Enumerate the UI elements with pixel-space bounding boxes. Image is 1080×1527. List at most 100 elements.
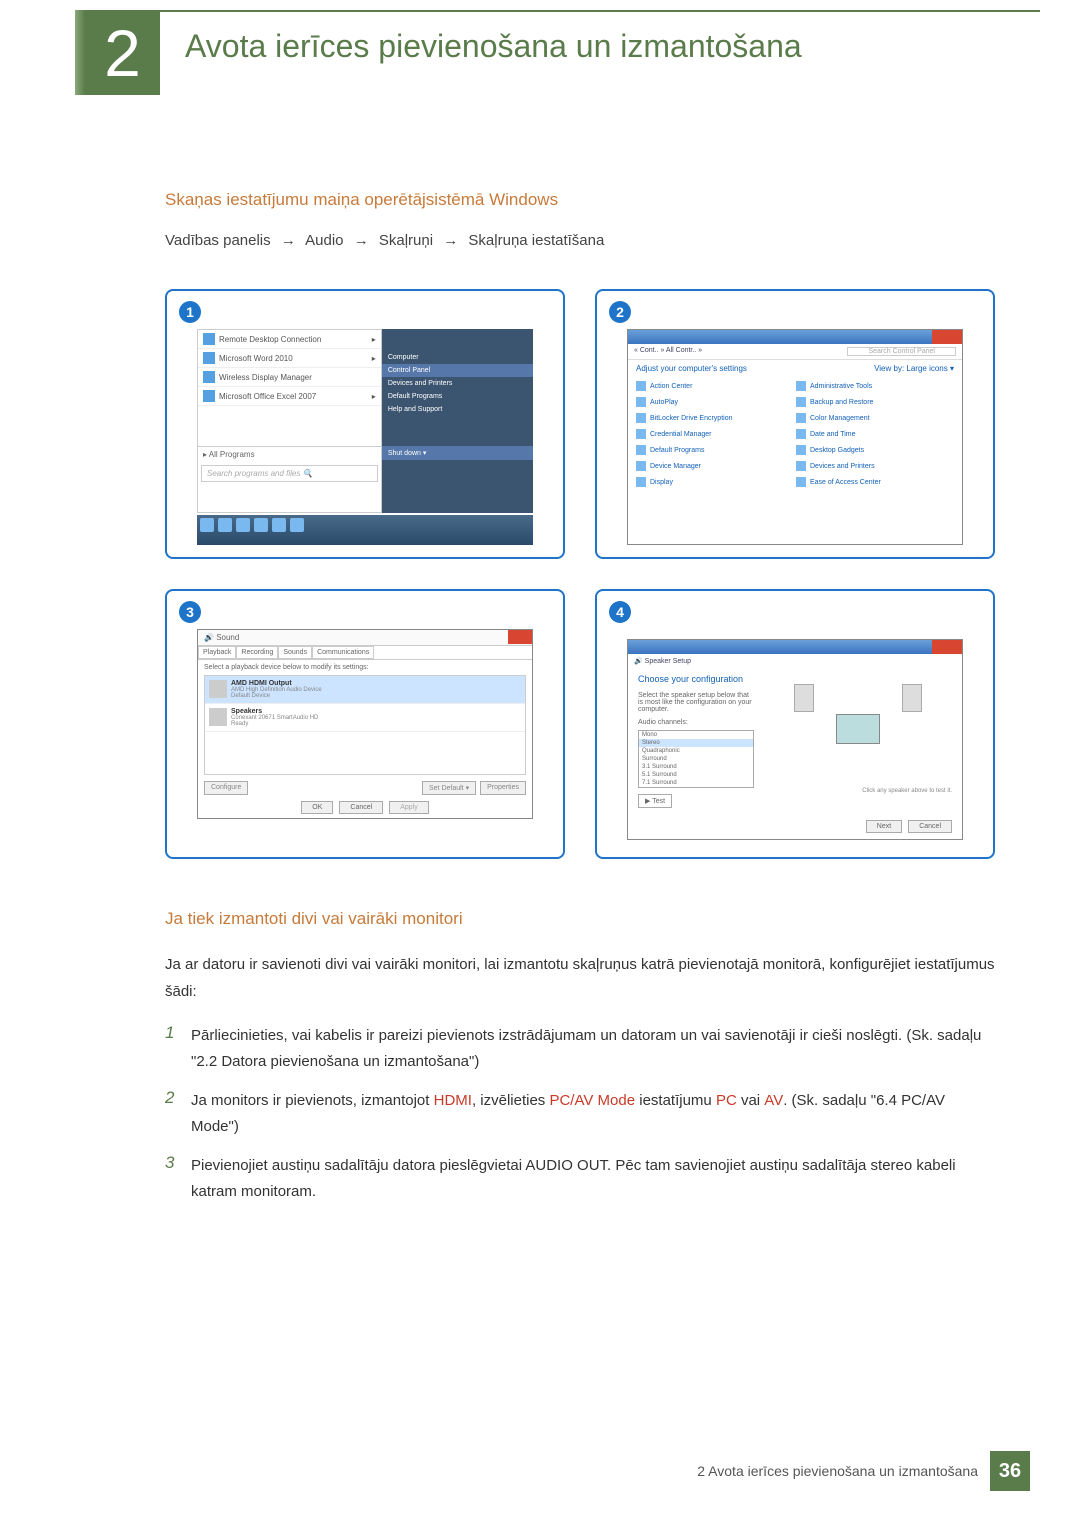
cp-item[interactable]: BitLocker Drive Encryption — [636, 411, 794, 425]
taskbar — [197, 515, 533, 545]
page-number: 36 — [990, 1451, 1030, 1491]
cp-item[interactable]: Action Center — [636, 379, 794, 393]
list-item: 2 Ja monitors ir pievienots, izmantojot … — [165, 1088, 995, 1139]
arrow-icon: → — [354, 232, 369, 249]
footer-text: 2 Avota ierīces pievienošana un izmantoš… — [697, 1463, 978, 1479]
start-orb-icon[interactable] — [200, 518, 214, 532]
start-menu-item[interactable]: Microsoft Office Excel 2007▸ — [198, 387, 381, 406]
tab-playback[interactable]: Playback — [198, 646, 236, 659]
test-button[interactable]: ▶ Test — [638, 794, 672, 808]
step-text: Pārliecinieties, vai kabelis ir pareizi … — [191, 1023, 995, 1074]
cp-item[interactable]: Default Programs — [636, 443, 794, 457]
shutdown-button[interactable]: Shut down ▾ — [382, 446, 533, 460]
cp-item[interactable]: Devices and Printers — [796, 459, 954, 473]
arrow-icon: → — [281, 232, 296, 249]
intro-paragraph: Ja ar datoru ir savienoti divi vai vairā… — [165, 951, 995, 1005]
tab-sounds[interactable]: Sounds — [278, 646, 312, 659]
search-input[interactable]: Search programs and files 🔍 — [201, 465, 378, 482]
section-heading-sound-windows: Skaņas iestatījumu maiņa operētājsistēmā… — [165, 190, 995, 210]
cp-item[interactable]: Device Manager — [636, 459, 794, 473]
step-number: 2 — [165, 1088, 191, 1139]
close-icon[interactable] — [932, 640, 962, 654]
cp-item[interactable]: AutoPlay — [636, 395, 794, 409]
audio-channels-label: Audio channels: — [638, 719, 754, 726]
start-menu-right-item[interactable]: Help and Support — [382, 403, 533, 416]
list-item: 1 Pārliecinieties, vai kabelis ir pareiz… — [165, 1023, 995, 1074]
path-part: Skaļruņi — [379, 232, 433, 249]
close-icon[interactable] — [508, 630, 532, 644]
device-item[interactable]: AMD HDMI OutputAMD High Definition Audio… — [205, 676, 525, 704]
tab-recording[interactable]: Recording — [236, 646, 278, 659]
section-heading-multimonitor: Ja tiek izmantoti divi vai vairāki monit… — [165, 909, 995, 929]
sound-window: 🔊 Sound Playback Recording Sounds Commun… — [197, 629, 533, 819]
close-icon[interactable] — [932, 330, 962, 344]
step-badge: 4 — [609, 601, 631, 623]
step-badge: 2 — [609, 301, 631, 323]
taskbar-icon[interactable] — [272, 518, 286, 532]
config-heading: Choose your configuration — [638, 674, 754, 684]
step-badge: 3 — [179, 601, 201, 623]
taskbar-icon[interactable] — [290, 518, 304, 532]
screenshot-panel-2: 2 « Cont.. » All Contr.. » Search Contro… — [595, 289, 995, 559]
taskbar-icon[interactable] — [236, 518, 250, 532]
steps-list: 1 Pārliecinieties, vai kabelis ir pareiz… — [165, 1023, 995, 1204]
start-menu-left: Remote Desktop Connection▸ Microsoft Wor… — [197, 329, 382, 513]
taskbar-icon[interactable] — [218, 518, 232, 532]
apply-button[interactable]: Apply — [389, 801, 429, 814]
device-item[interactable]: SpeakersConexant 20671 SmartAudio HDRead… — [205, 704, 525, 732]
set-default-button[interactable]: Set Default ▾ — [422, 781, 476, 795]
start-menu-item[interactable]: Remote Desktop Connection▸ — [198, 330, 381, 349]
path-part: Vadības panelis — [165, 232, 271, 249]
cp-item[interactable]: Backup and Restore — [796, 395, 954, 409]
cp-item[interactable]: Credential Manager — [636, 427, 794, 441]
next-button[interactable]: Next — [866, 820, 902, 833]
cp-item[interactable]: Color Management — [796, 411, 954, 425]
cp-item[interactable]: Administrative Tools — [796, 379, 954, 393]
step-text: Pievienojiet austiņu sadalītāju datora p… — [191, 1153, 995, 1204]
start-menu-item[interactable]: Microsoft Word 2010▸ — [198, 349, 381, 368]
window-titlebar — [628, 330, 962, 344]
start-menu-right-item[interactable]: Control Panel — [382, 364, 533, 377]
view-by-dropdown[interactable]: View by: Large icons ▾ — [874, 364, 954, 373]
screenshot-panel-3: 3 🔊 Sound Playback Recording Sounds Comm… — [165, 589, 565, 859]
start-menu-right-item[interactable]: Default Programs — [382, 390, 533, 403]
start-menu-right-item[interactable]: Computer — [382, 351, 533, 364]
cp-item[interactable]: Ease of Access Center — [796, 475, 954, 489]
window-subtitle: 🔊 Speaker Setup — [628, 654, 962, 668]
right-speaker-icon[interactable] — [902, 684, 922, 712]
top-rule — [85, 10, 1040, 12]
taskbar-icon[interactable] — [254, 518, 268, 532]
step-number: 1 — [165, 1023, 191, 1074]
hint-text: Click any speaker above to test it. — [862, 788, 952, 794]
cp-item[interactable]: Desktop Gadgets — [796, 443, 954, 457]
config-instruction: Select the speaker setup below that is m… — [638, 692, 754, 713]
step-number: 3 — [165, 1153, 191, 1204]
ok-button[interactable]: OK — [301, 801, 333, 814]
cancel-button[interactable]: Cancel — [908, 820, 952, 833]
start-menu-right: Computer Control Panel Devices and Print… — [382, 329, 533, 513]
screenshot-panel-4: 4 🔊 Speaker Setup Choose your configurat… — [595, 589, 995, 859]
tab-communications[interactable]: Communications — [312, 646, 374, 659]
cancel-button[interactable]: Cancel — [339, 801, 383, 814]
list-item: 3 Pievienojiet austiņu sadalītāju datora… — [165, 1153, 995, 1204]
arrow-icon: → — [443, 232, 458, 249]
cp-item[interactable]: Display — [636, 475, 794, 489]
playback-device-list: AMD HDMI OutputAMD High Definition Audio… — [204, 675, 526, 775]
speaker-diagram: Click any speaker above to test it. — [764, 674, 952, 794]
start-menu-item[interactable]: Wireless Display Manager — [198, 368, 381, 387]
address-bar[interactable]: « Cont.. » All Contr.. » Search Control … — [628, 344, 962, 360]
instruction-text: Select a playback device below to modify… — [204, 664, 526, 671]
properties-button[interactable]: Properties — [480, 781, 526, 795]
all-programs-link[interactable]: ▸ All Programs — [198, 446, 381, 462]
path-part: Audio — [305, 232, 343, 249]
window-titlebar — [628, 640, 962, 654]
control-panel-window: « Cont.. » All Contr.. » Search Control … — [627, 329, 963, 545]
tabs: Playback Recording Sounds Communications — [198, 646, 532, 660]
screenshot-panel-1: 1 Remote Desktop Connection▸ Microsoft W… — [165, 289, 565, 559]
left-speaker-icon[interactable] — [794, 684, 814, 712]
cp-item[interactable]: Date and Time — [796, 427, 954, 441]
start-menu-right-item[interactable]: Devices and Printers — [382, 377, 533, 390]
audio-channels-listbox[interactable]: Mono Stereo Quadraphonic Surround 3.1 Su… — [638, 730, 754, 788]
hdmi-icon — [209, 680, 227, 698]
configure-button[interactable]: Configure — [204, 781, 248, 795]
